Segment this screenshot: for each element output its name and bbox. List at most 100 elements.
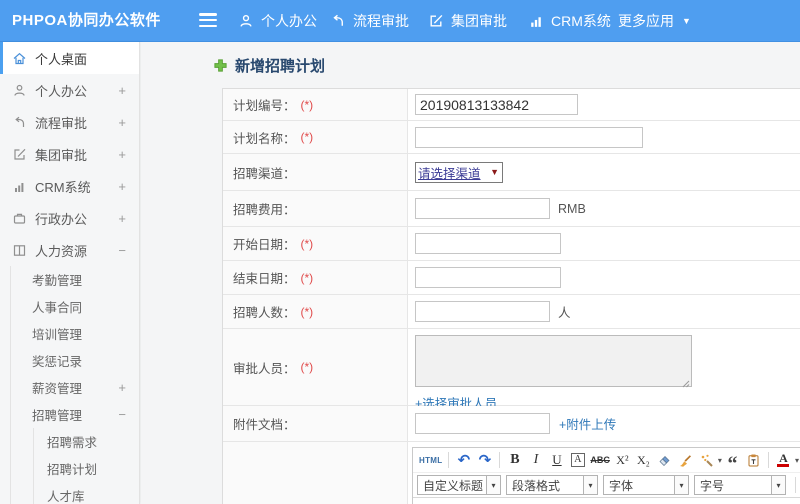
sidebar-item-reward-punishment[interactable]: 奖惩记录 xyxy=(11,347,139,374)
italic-button[interactable]: I xyxy=(525,450,546,470)
sidebar-item-personnel-contract[interactable]: 人事合同 xyxy=(11,293,139,320)
redo-button[interactable]: ↷ xyxy=(474,450,495,470)
sidebar-item-talent-pool[interactable]: 人才库 xyxy=(34,482,139,504)
unit-suffix: 人 xyxy=(558,306,571,320)
html-source-button[interactable]: HTML xyxy=(417,450,444,470)
sidebar-item-group-approval[interactable]: 集团审批 + xyxy=(0,138,139,170)
eraser-button[interactable] xyxy=(654,450,675,470)
expand-plus-icon[interactable]: + xyxy=(118,374,126,401)
collapse-minus-icon[interactable]: − xyxy=(118,234,126,266)
form-row-plan-number: 计划编号： (*) xyxy=(223,89,800,121)
topnav-workflow-approval[interactable]: 流程审批 xyxy=(330,0,409,42)
sidebar-item-admin-office[interactable]: 行政办公 + xyxy=(0,202,139,234)
end-date-input[interactable] xyxy=(415,267,561,288)
underline-button[interactable]: U xyxy=(546,450,567,470)
required-marker: (*) xyxy=(300,236,314,251)
expand-plus-icon[interactable]: + xyxy=(118,138,126,170)
field-label: 计划名称： xyxy=(233,131,296,146)
sidebar: 个人桌面 个人办公 + 流程审批 + 集团审批 + CRM系统 + 行政办公 +… xyxy=(0,42,140,504)
resize-grip-icon[interactable] xyxy=(682,380,690,388)
topnav-crm-system[interactable]: CRM系统 xyxy=(528,0,611,42)
form-row-editor: HTML ↶ ↷ B I U A ABC X² X₂ ▾ “ A ▾ 自定义标题… xyxy=(223,442,800,504)
font-color-button[interactable]: A xyxy=(773,450,794,470)
required-marker: (*) xyxy=(300,304,314,319)
sidebar-item-attendance-mgmt[interactable]: 考勤管理 xyxy=(11,266,139,293)
strikethrough-button[interactable]: ABC xyxy=(588,450,612,470)
app-logo: PHPOA协同办公软件 xyxy=(12,12,161,29)
sidebar-item-recruitment-plan[interactable]: 招聘计划 xyxy=(34,455,139,482)
paste-button[interactable] xyxy=(743,450,764,470)
format-painter-button[interactable] xyxy=(696,450,717,470)
flow-arrow-icon xyxy=(15,116,25,127)
select-caret-icon: ▼ xyxy=(490,167,499,177)
home-icon xyxy=(13,52,26,64)
select-caret-icon: ▾ xyxy=(584,475,598,495)
sidebar-item-salary-mgmt[interactable]: 薪资管理 + xyxy=(11,374,139,401)
superscript-button[interactable]: X² xyxy=(612,450,633,470)
approvers-textarea[interactable] xyxy=(415,335,692,387)
attachment-input[interactable] xyxy=(415,413,550,434)
toolbar-separator xyxy=(448,452,450,468)
start-date-input[interactable] xyxy=(415,233,561,254)
bar-chart-icon xyxy=(531,17,541,27)
required-marker: (*) xyxy=(300,130,314,144)
channel-select[interactable]: 请选择渠道 ▼ xyxy=(415,161,503,183)
page-title: 新增招聘计划 xyxy=(213,55,325,76)
clipboard-icon xyxy=(748,454,759,466)
form-row-approvers: 审批人员： (*) +选择审批人员 xyxy=(223,329,800,411)
field-label: 结束日期： xyxy=(233,272,296,286)
blockquote-button[interactable]: “ xyxy=(722,450,743,474)
subscript-button[interactable]: X₂ xyxy=(633,450,654,470)
required-marker: (*) xyxy=(300,270,314,285)
font-size-select[interactable]: 字号 ▾ xyxy=(694,475,786,495)
toolbar-separator xyxy=(795,477,796,493)
user-icon xyxy=(14,84,25,96)
form-row-channel: 招聘渠道： 请选择渠道 ▼ xyxy=(223,154,800,191)
paragraph-format-select[interactable]: 段落格式 ▾ xyxy=(506,475,598,495)
format-block-button[interactable]: A xyxy=(567,450,588,470)
sidebar-item-human-resources[interactable]: 人力资源 − xyxy=(0,234,139,266)
color-swatch xyxy=(777,464,790,467)
topnav-personal-office[interactable]: 个人办公 xyxy=(238,0,317,42)
bold-button[interactable]: B xyxy=(504,450,525,470)
field-label: 开始日期： xyxy=(233,238,296,252)
editor-row-label-cell xyxy=(223,442,408,504)
collapse-minus-icon[interactable]: − xyxy=(118,401,126,428)
font-family-select[interactable]: 字体 ▾ xyxy=(603,475,689,495)
caret-down-icon: ▼ xyxy=(682,16,691,26)
headcount-input[interactable] xyxy=(415,301,550,322)
plan-number-input[interactable] xyxy=(415,94,578,115)
editor-content-area[interactable] xyxy=(413,498,800,504)
undo-button[interactable]: ↶ xyxy=(453,450,474,470)
hamburger-menu-icon[interactable] xyxy=(199,13,219,29)
form-row-headcount: 招聘人数： (*) 人 xyxy=(223,295,800,329)
sidebar-item-recruitment-mgmt[interactable]: 招聘管理 − xyxy=(11,401,139,428)
select-caret-icon: ▾ xyxy=(675,475,689,495)
field-label: 招聘人数： xyxy=(233,306,296,320)
sidebar-item-crm-system[interactable]: CRM系统 + xyxy=(0,170,139,202)
attachment-upload-link[interactable]: +附件上传 xyxy=(559,414,616,433)
form-row-attachment: 附件文档： +附件上传 xyxy=(223,406,800,442)
cost-input[interactable] xyxy=(415,198,550,219)
book-icon xyxy=(13,244,26,256)
currency-suffix: RMB xyxy=(558,201,586,216)
expand-plus-icon[interactable]: + xyxy=(118,202,126,234)
field-label: 附件文档： xyxy=(233,418,296,432)
sidebar-item-personal-office[interactable]: 个人办公 + xyxy=(0,74,139,106)
clear-format-brush-button[interactable] xyxy=(675,450,696,470)
expand-plus-icon[interactable]: + xyxy=(118,74,126,106)
expand-plus-icon[interactable]: + xyxy=(118,170,126,202)
topnav-more-apps[interactable]: 更多应用 ▼ xyxy=(618,0,691,42)
sidebar-item-recruitment-demand[interactable]: 招聘需求 xyxy=(34,428,139,455)
select-caret-icon: ▾ xyxy=(772,475,786,495)
sidebar-item-personal-desktop[interactable]: 个人桌面 xyxy=(0,42,139,74)
topnav-group-approval[interactable]: 集团审批 xyxy=(428,0,507,42)
plan-name-input[interactable] xyxy=(415,126,643,148)
expand-plus-icon[interactable]: + xyxy=(118,106,126,138)
sidebar-item-workflow-approval[interactable]: 流程审批 + xyxy=(0,106,139,138)
bar-chart-icon xyxy=(15,182,24,192)
custom-heading-select[interactable]: 自定义标题 ▾ xyxy=(417,475,501,495)
toolbar-separator xyxy=(767,452,769,468)
form-row-start-date: 开始日期： (*) xyxy=(223,227,800,261)
sidebar-item-training-mgmt[interactable]: 培训管理 xyxy=(11,320,139,347)
